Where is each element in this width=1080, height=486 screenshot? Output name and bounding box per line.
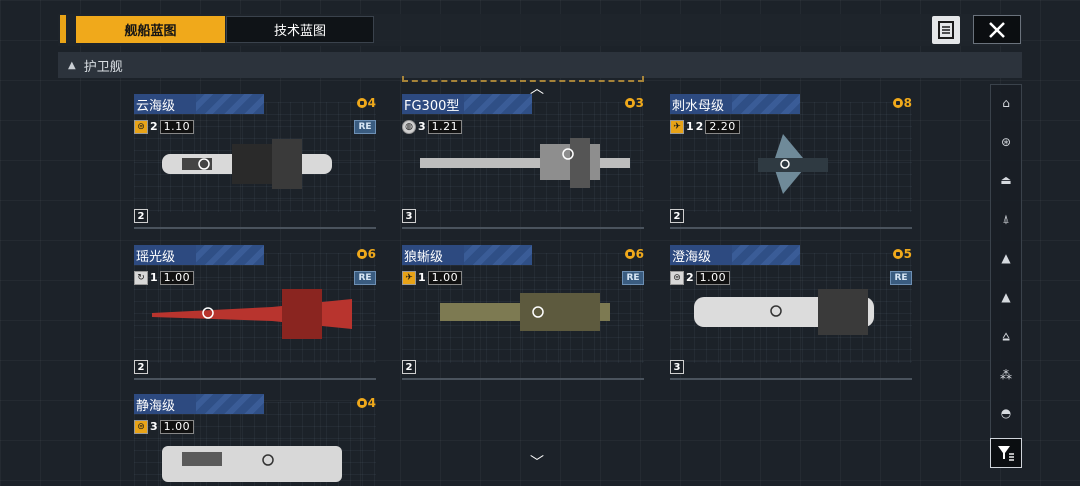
slot-badge: 2 bbox=[670, 209, 684, 223]
cost-badge: 8 bbox=[892, 96, 912, 110]
weapon-icon: ⊜ bbox=[134, 119, 148, 134]
ship-silhouette-icon bbox=[162, 139, 332, 189]
ship-name: 狼蜥级 bbox=[404, 250, 444, 265]
ship-card[interactable]: 云海级 4 ⊜ 2 1.10 RE 2 bbox=[134, 94, 376, 229]
ship-silhouette-icon bbox=[162, 446, 342, 482]
ship-name: 云海级 bbox=[136, 99, 176, 114]
weapon-icon: ⊜ bbox=[134, 419, 148, 434]
ship-name: FG300型 bbox=[404, 99, 460, 114]
stat-value: 2.20 bbox=[705, 119, 740, 134]
cost-badge: 4 bbox=[356, 396, 376, 410]
corvette-icon[interactable]: ▲ bbox=[998, 289, 1014, 305]
ship-card[interactable]: 静海级 4 ⊜ 3 1.00 bbox=[134, 394, 376, 486]
cost-badge: 5 bbox=[892, 247, 912, 261]
stat-row: ↻ 1 1.00 bbox=[134, 270, 195, 285]
stat-value: 1.00 bbox=[159, 270, 195, 285]
slot-badge: 3 bbox=[402, 209, 416, 223]
ship-silhouette-icon bbox=[758, 134, 828, 194]
stat-row: ⊜ 2 1.10 bbox=[134, 119, 195, 134]
slot-badge: 2 bbox=[134, 360, 148, 374]
carrier-icon[interactable]: ⏏ bbox=[998, 172, 1014, 188]
tower-icon[interactable]: ⌂ bbox=[998, 95, 1014, 111]
ship-silhouette-icon bbox=[440, 293, 610, 331]
cost-icon bbox=[356, 398, 367, 408]
scroll-down-chevron-icon[interactable]: ﹀ bbox=[530, 452, 544, 472]
stat-row: ⊜ 3 1.00 bbox=[134, 419, 195, 434]
top-accent-stripe bbox=[60, 15, 66, 43]
ship-card[interactable]: 瑶光级 6 ↻ 1 1.00 RE 2 bbox=[134, 245, 376, 380]
collapse-triangle-icon: ▲ bbox=[68, 59, 76, 71]
cycle-icon: ↻ bbox=[134, 270, 148, 285]
cost-icon bbox=[356, 98, 367, 108]
globe-icon: ◍ bbox=[402, 119, 416, 134]
ship-name: 澄海级 bbox=[672, 250, 712, 265]
ship-silhouette-icon bbox=[420, 138, 630, 188]
stat-value: 1.00 bbox=[159, 419, 195, 434]
slot-badge: 2 bbox=[402, 360, 416, 374]
stat-row: ✈ 1 1.00 bbox=[402, 270, 463, 285]
tab-tech-blueprints[interactable]: 技术蓝图 bbox=[226, 16, 374, 43]
stat-row: ⊜ 2 1.00 bbox=[670, 270, 731, 285]
re-badge: RE bbox=[354, 120, 376, 134]
fighter-stat-icon: ✈ bbox=[670, 119, 684, 134]
dimension-line-decor bbox=[402, 76, 644, 82]
ship-card[interactable]: 澄海级 5 ⊜ 2 1.00 RE 3 bbox=[670, 245, 912, 380]
destroyer-icon[interactable]: ⍋ bbox=[998, 211, 1014, 227]
re-badge: RE bbox=[622, 271, 644, 285]
stat-value: 1.21 bbox=[427, 119, 463, 134]
card-rule bbox=[402, 227, 644, 229]
frigate-icon[interactable]: ▲ bbox=[998, 250, 1014, 266]
ship-name: 瑶光级 bbox=[136, 250, 176, 265]
section-title: 护卫舰 bbox=[83, 59, 123, 75]
re-badge: RE bbox=[354, 271, 376, 285]
cost-badge: 3 bbox=[624, 96, 644, 110]
slot-badge: 3 bbox=[670, 360, 684, 374]
card-rule bbox=[670, 227, 912, 229]
tab-ship-blueprints[interactable]: 舰船蓝图 bbox=[76, 16, 225, 43]
notes-button[interactable] bbox=[932, 16, 960, 44]
ship-name: 刺水母级 bbox=[672, 99, 725, 114]
cost-icon bbox=[624, 249, 635, 259]
stat-value: 1.00 bbox=[427, 270, 463, 285]
filter-icon bbox=[998, 446, 1014, 461]
cost-badge: 4 bbox=[356, 96, 376, 110]
cost-badge: 6 bbox=[356, 247, 376, 261]
dome-icon[interactable]: ◓ bbox=[998, 405, 1014, 421]
close-button[interactable] bbox=[973, 15, 1021, 44]
slot-badge: 2 bbox=[134, 209, 148, 223]
squad-icon[interactable]: ⁂ bbox=[998, 367, 1014, 383]
cost-icon bbox=[356, 249, 367, 259]
ring-ship-icon[interactable]: ⊛ bbox=[998, 134, 1014, 150]
ship-silhouette-icon bbox=[694, 289, 874, 335]
card-rule bbox=[134, 378, 376, 380]
re-badge: RE bbox=[890, 271, 912, 285]
stat-row: ◍ 3 1.21 bbox=[402, 119, 463, 134]
cost-badge: 6 bbox=[624, 247, 644, 261]
ship-card[interactable]: 刺水母级 8 ✈ 1 2 2.20 2 bbox=[670, 94, 912, 229]
cost-icon bbox=[892, 249, 903, 259]
ship-name: 静海级 bbox=[136, 399, 176, 414]
stat-value: 1.10 bbox=[159, 119, 195, 134]
card-rule bbox=[402, 378, 644, 380]
fighter-stat-icon: ✈ bbox=[402, 270, 416, 285]
card-rule bbox=[134, 227, 376, 229]
cost-icon bbox=[892, 98, 903, 108]
document-icon bbox=[938, 21, 954, 39]
card-rule bbox=[670, 378, 912, 380]
ship-card[interactable]: 狼蜥级 6 ✈ 1 1.00 RE 2 bbox=[402, 245, 644, 380]
ship-silhouette-icon bbox=[152, 289, 352, 339]
stat-value: 1.00 bbox=[695, 270, 731, 285]
fighter-icon[interactable]: ⩠ bbox=[998, 328, 1014, 344]
close-icon bbox=[989, 21, 1005, 38]
weapon-icon: ⊜ bbox=[670, 270, 684, 285]
stat-row: ✈ 1 2 2.20 bbox=[670, 119, 740, 134]
cost-icon bbox=[624, 98, 635, 108]
section-header[interactable]: ▲ 护卫舰 bbox=[58, 52, 1022, 78]
ship-card[interactable]: FG300型 3 ◍ 3 1.21 3 bbox=[402, 94, 644, 229]
filter-button[interactable] bbox=[990, 438, 1022, 468]
